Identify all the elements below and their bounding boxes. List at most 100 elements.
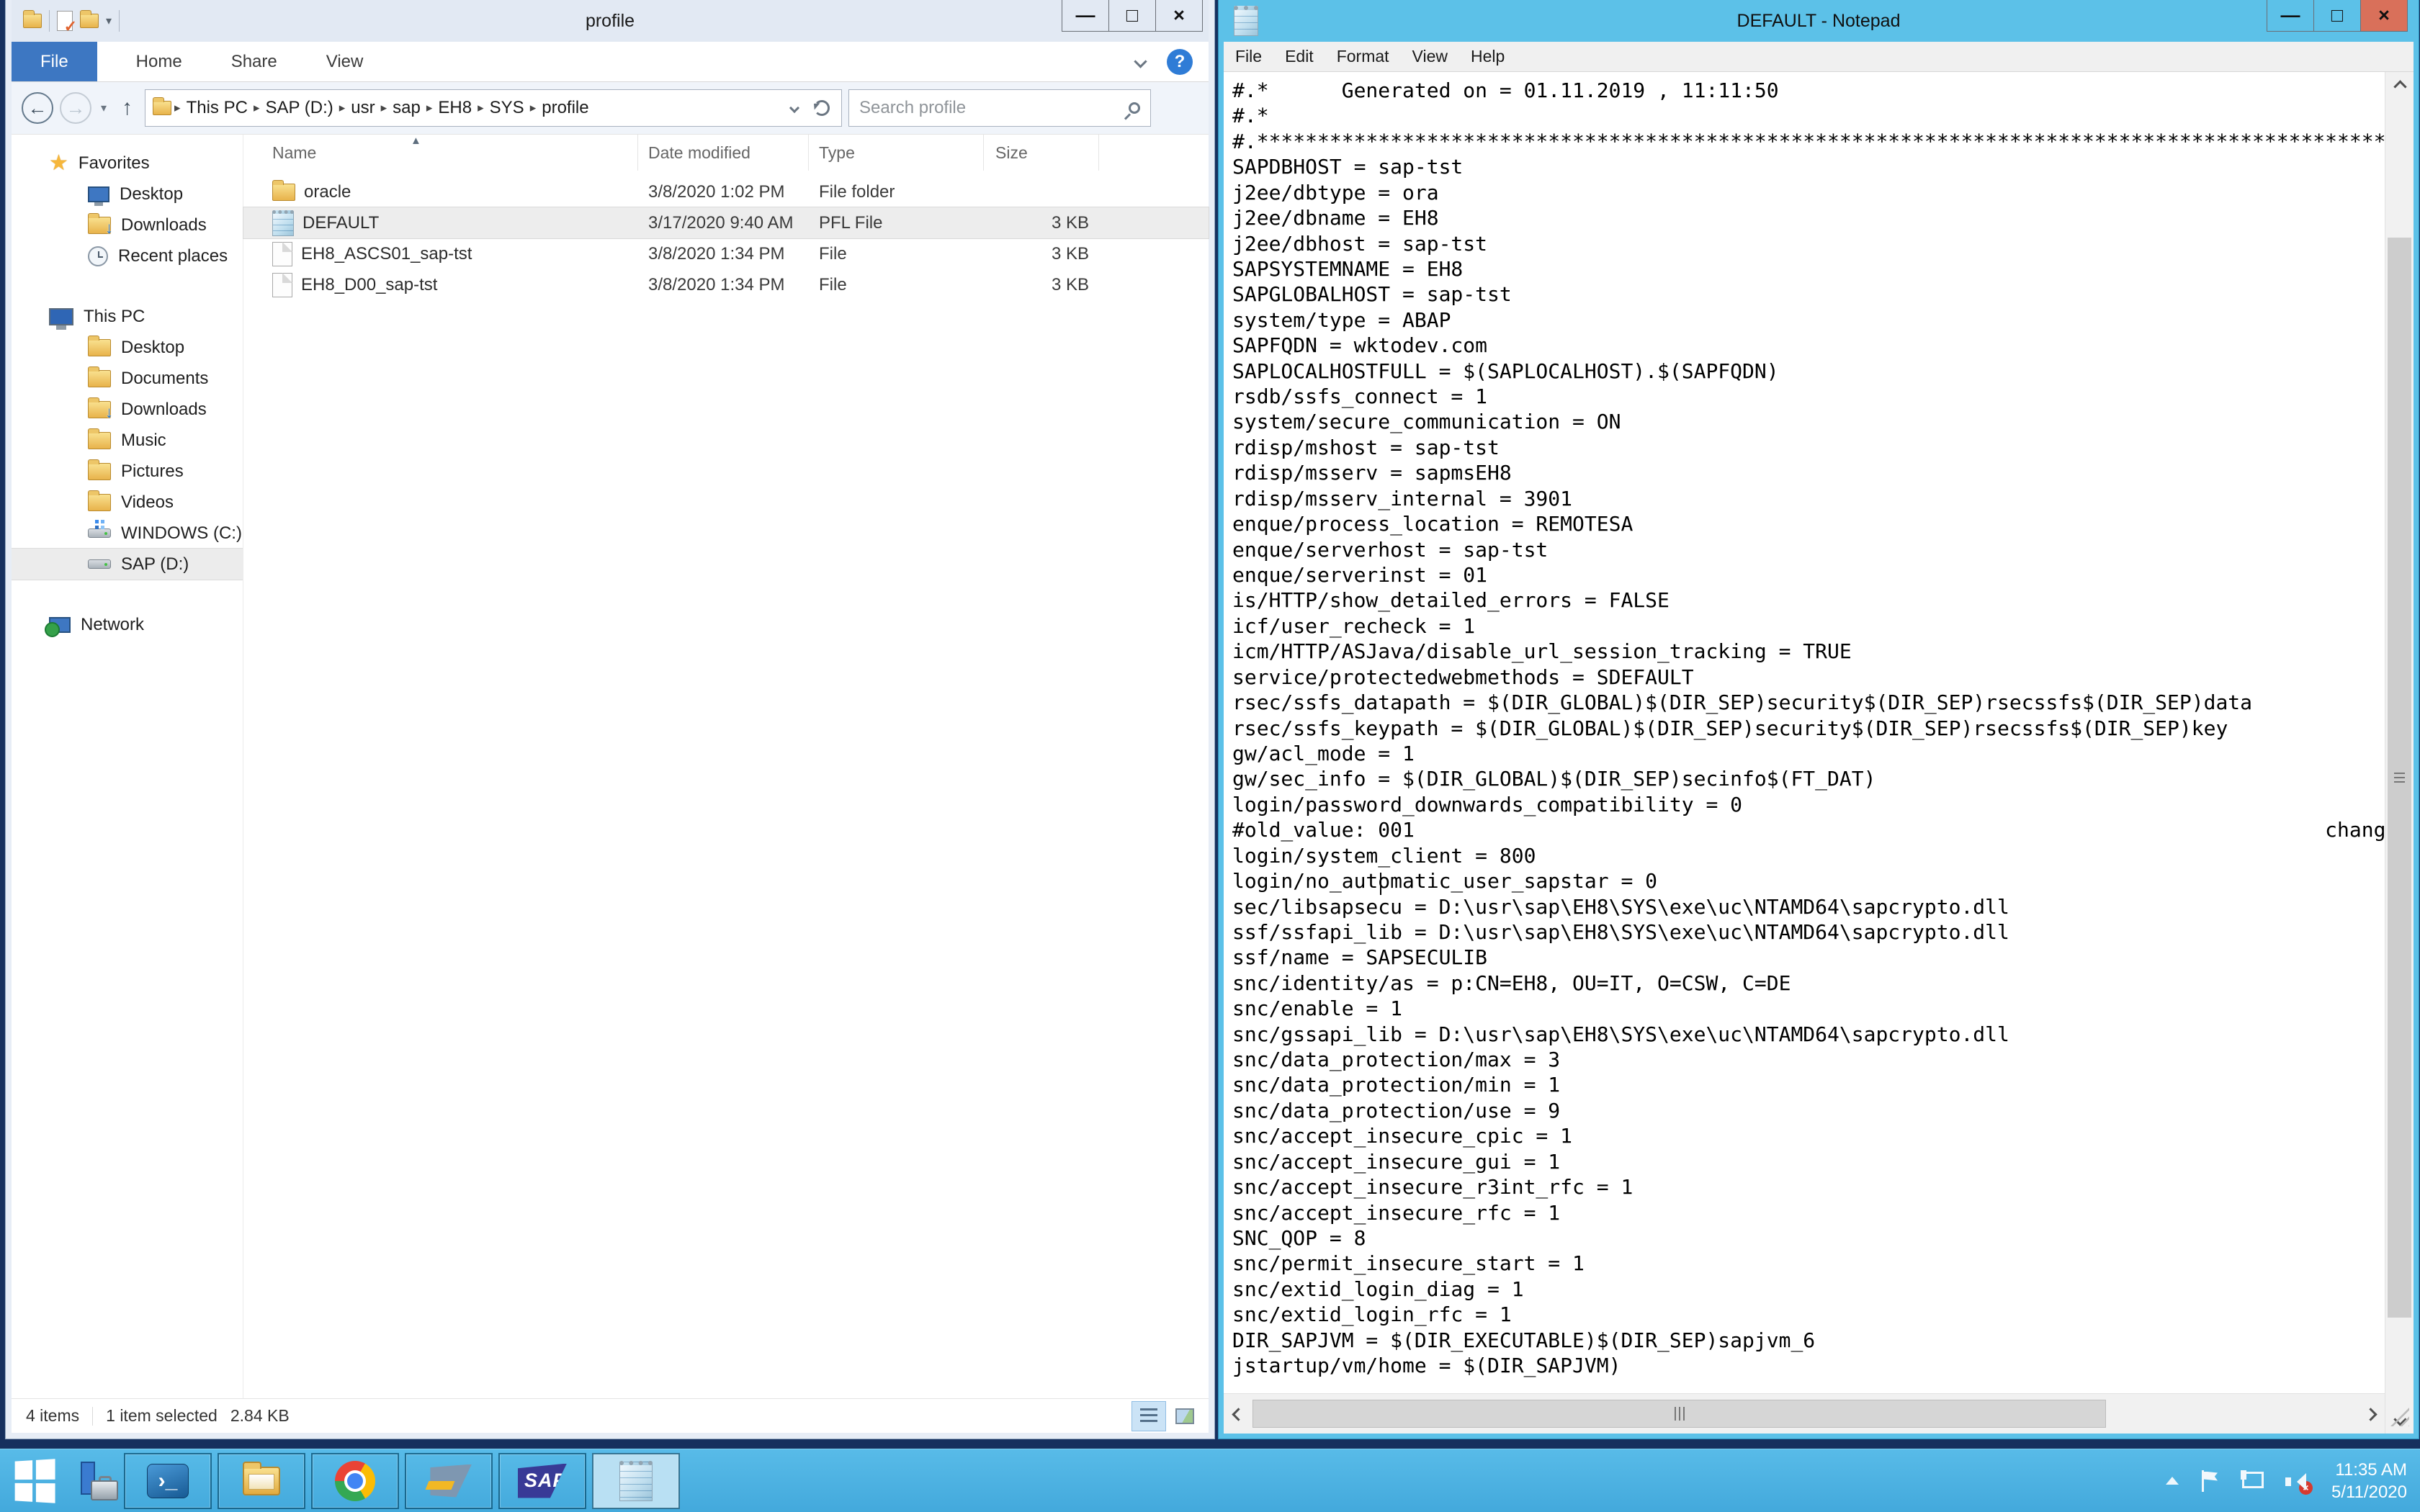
vertical-scrollbar[interactable] xyxy=(2385,72,2414,1434)
file-date-modified: 3/8/2020 1:34 PM xyxy=(648,243,785,264)
network-icon[interactable] xyxy=(2241,1470,2264,1492)
taskbar-sap-logon-button[interactable] xyxy=(405,1452,493,1509)
column-header-name[interactable]: Name xyxy=(243,135,638,171)
sidebar-item-recent-places[interactable]: Recent places xyxy=(12,240,243,271)
up-button[interactable]: ↑ xyxy=(116,96,138,120)
folder-icon xyxy=(88,428,111,449)
breadcrumb-segment[interactable]: profile xyxy=(536,98,594,118)
help-icon[interactable]: ? xyxy=(1167,48,1193,75)
menu-help[interactable]: Help xyxy=(1459,47,1516,66)
sidebar-item-downloads[interactable]: Downloads xyxy=(12,394,243,425)
star-icon: ★ xyxy=(49,150,68,175)
sidebar-item-desktop[interactable]: Desktop xyxy=(12,179,243,210)
action-center-flag-icon[interactable] xyxy=(2200,1470,2219,1492)
notepad-text-area[interactable]: #.* Generated on = 01.11.2019 , 11:11:50… xyxy=(1224,72,2385,1393)
taskbar-powershell-button[interactable]: ›_ xyxy=(124,1452,212,1509)
taskbar-notepad-button[interactable] xyxy=(592,1452,680,1509)
server-manager-icon[interactable] xyxy=(76,1461,118,1500)
scroll-left-button[interactable] xyxy=(1224,1400,1252,1428)
refresh-icon[interactable] xyxy=(814,100,830,116)
breadcrumb-separator-icon: ▸ xyxy=(478,101,484,114)
volume-muted-icon[interactable]: × xyxy=(2285,1470,2313,1495)
start-button[interactable] xyxy=(14,1458,55,1503)
explorer-minimize-button[interactable]: — xyxy=(1062,0,1109,32)
breadcrumb-segment[interactable]: SAP (D:) xyxy=(259,98,339,118)
history-chevron-icon[interactable]: ▾ xyxy=(98,101,109,115)
explorer-maximize-button[interactable]: □ xyxy=(1108,0,1156,32)
search-input[interactable] xyxy=(859,98,1129,118)
file-date-modified: 3/8/2020 1:02 PM xyxy=(648,181,785,202)
tab-share[interactable]: Share xyxy=(207,42,302,81)
tab-home[interactable]: Home xyxy=(112,42,207,81)
taskbar-chrome-button[interactable] xyxy=(311,1452,399,1509)
taskbar-sap-gui-button[interactable]: SAP xyxy=(498,1452,586,1509)
column-header-type[interactable]: Type xyxy=(809,135,984,171)
notepad-titlebar: DEFAULT - Notepad — □ × xyxy=(1224,0,2414,42)
breadcrumb-separator-icon: ▸ xyxy=(380,101,387,114)
text-line: is/HTTP/show_detailed_errors = FALSE xyxy=(1232,588,1670,613)
menu-edit[interactable]: Edit xyxy=(1273,47,1325,66)
sidebar-item-windows-c-[interactable]: WINDOWS (C:) xyxy=(12,518,243,549)
horizontal-scrollbar[interactable] xyxy=(1224,1393,2385,1434)
vertical-scrollbar-thumb[interactable] xyxy=(2388,238,2411,1318)
text-line: j2ee/dbtype = ora xyxy=(1232,180,1439,204)
table-row[interactable]: EH8_D00_sap-tst 3/8/2020 1:34 PM File 3 KB xyxy=(243,269,1209,300)
breadcrumb-segment[interactable]: usr xyxy=(345,98,380,118)
tab-view[interactable]: View xyxy=(302,42,388,81)
sidebar-item-pictures[interactable]: Pictures xyxy=(12,456,243,487)
forward-button[interactable]: → xyxy=(60,92,91,124)
breadcrumb-segment[interactable]: sap xyxy=(387,98,426,118)
sidebar-item-videos[interactable]: Videos xyxy=(12,487,243,518)
text-line: snc/data_protection/max = 3 xyxy=(1232,1048,1561,1072)
back-button[interactable]: ← xyxy=(22,92,53,124)
column-header-date-modified[interactable]: Date modified xyxy=(638,135,809,171)
column-header-size[interactable]: Size xyxy=(984,135,1099,171)
file-icon xyxy=(272,241,292,266)
details-view-button[interactable] xyxy=(1131,1401,1166,1431)
status-divider xyxy=(92,1406,94,1426)
breadcrumb-segment[interactable]: SYS xyxy=(484,98,530,118)
menu-view[interactable]: View xyxy=(1401,47,1459,66)
text-line: SAPFQDN = wktodev.com xyxy=(1232,333,1488,358)
thumbnails-view-button[interactable] xyxy=(1168,1402,1201,1431)
sidebar-item-network[interactable]: Network xyxy=(12,609,243,640)
file-icon xyxy=(272,272,292,297)
horizontal-scrollbar-thumb[interactable] xyxy=(1252,1400,2106,1428)
explorer-close-button[interactable]: × xyxy=(1155,0,1203,32)
search-icon[interactable] xyxy=(1129,102,1141,114)
breadcrumb-segment[interactable]: EH8 xyxy=(432,98,478,118)
status-item-count: 4 items xyxy=(26,1406,80,1425)
menu-file[interactable]: File xyxy=(1224,47,1273,66)
tab-file[interactable]: File xyxy=(12,42,97,81)
notepad-maximize-button[interactable]: □ xyxy=(2313,0,2361,32)
sidebar-item-favorites[interactable]: ★ Favorites xyxy=(12,148,243,179)
sidebar-item-sap-d-[interactable]: SAP (D:) xyxy=(12,548,243,580)
ribbon-collapse-chevron-icon[interactable] xyxy=(1134,55,1147,68)
clock[interactable]: 11:35 AM 5/11/2020 xyxy=(2331,1459,2407,1503)
sidebar-item-documents[interactable]: Documents xyxy=(12,363,243,394)
sap-gui-icon: SAP xyxy=(518,1463,567,1498)
sidebar-item-this-pc[interactable]: This PC xyxy=(12,301,243,332)
taskbar-file-explorer-button[interactable] xyxy=(218,1452,305,1509)
address-bar[interactable]: ▸ This PC ▸ SAP (D:) ▸ usr ▸ sap ▸ EH8 ▸ SYS ▸ profil… xyxy=(145,89,843,127)
mute-badge: × xyxy=(2299,1480,2313,1495)
show-hidden-icons-button[interactable] xyxy=(2166,1477,2179,1485)
table-row[interactable]: EH8_ASCS01_sap-tst 3/8/2020 1:34 PM File 3 … xyxy=(243,238,1209,269)
address-dropdown-chevron-icon[interactable] xyxy=(789,102,800,114)
text-line: gw/acl_mode = 1 xyxy=(1232,741,1415,765)
file-name: EH8_D00_sap-tst xyxy=(301,274,438,294)
menu-format[interactable]: Format xyxy=(1325,47,1401,66)
scroll-up-button[interactable] xyxy=(2385,72,2414,101)
sidebar-item-desktop[interactable]: Desktop xyxy=(12,332,243,363)
scroll-right-button[interactable] xyxy=(2356,1400,2385,1428)
breadcrumb-segment[interactable]: This PC xyxy=(181,98,254,118)
sidebar-item-music[interactable]: Music xyxy=(12,425,243,456)
sidebar-item-downloads[interactable]: Downloads xyxy=(12,210,243,240)
notepad-minimize-button[interactable]: — xyxy=(2267,0,2314,32)
address-folder-icon xyxy=(153,97,172,115)
text-line: rsdb/ssfs_connect = 1 xyxy=(1232,384,1488,409)
breadcrumb-separator-icon: ▸ xyxy=(529,101,537,114)
table-row[interactable]: oracle 3/8/2020 1:02 PM File folder xyxy=(243,176,1209,207)
notepad-close-button[interactable]: × xyxy=(2360,0,2408,32)
table-row[interactable]: DEFAULT 3/17/2020 9:40 AM PFL File 3 KB xyxy=(243,207,1209,239)
